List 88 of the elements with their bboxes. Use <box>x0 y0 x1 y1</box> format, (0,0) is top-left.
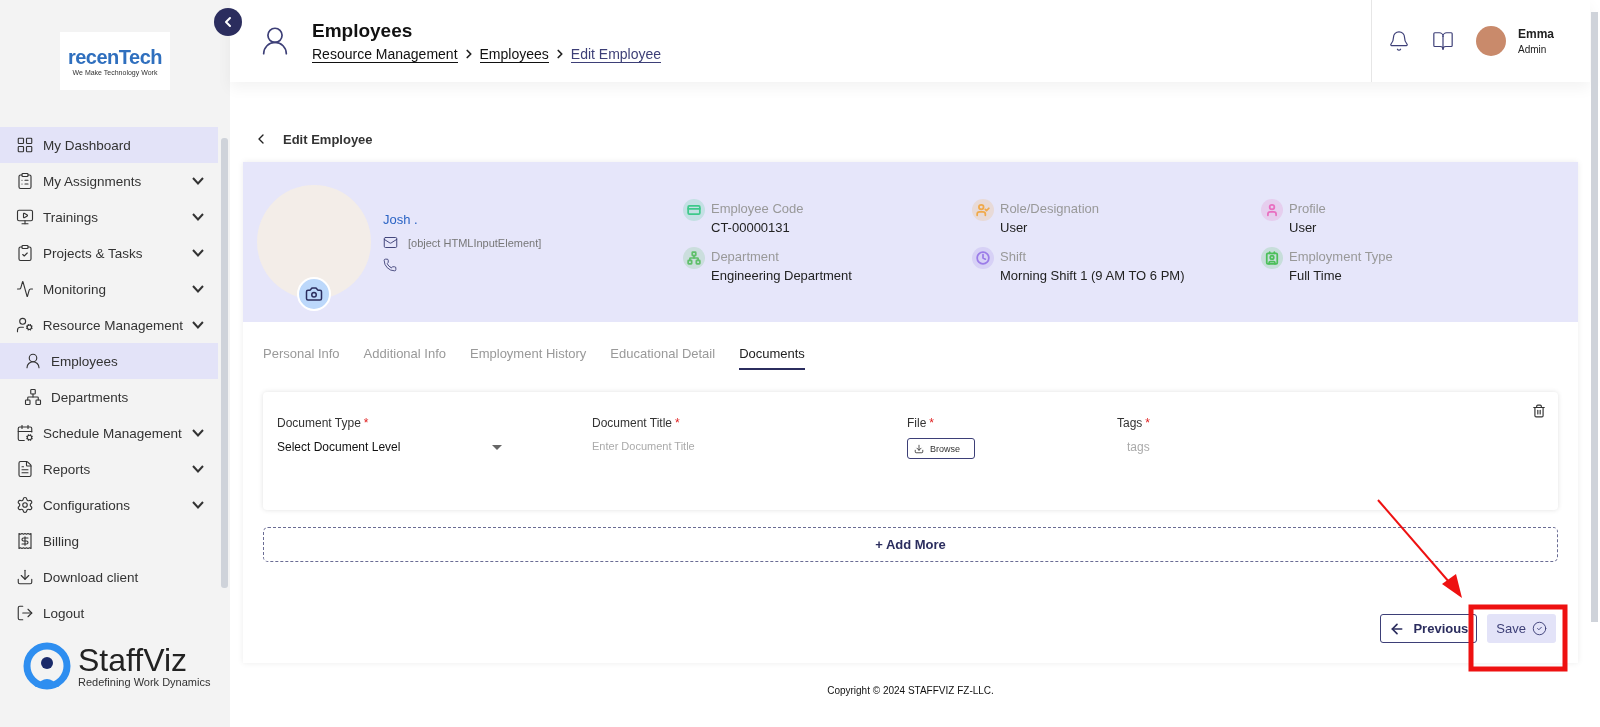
phone-icon <box>383 258 397 272</box>
mail-icon <box>383 235 398 250</box>
chevron-down-icon <box>192 177 204 185</box>
field-label: Document Type * <box>277 416 370 430</box>
field-label: Tags * <box>1117 416 1152 430</box>
menu-item-icon <box>16 172 34 190</box>
chevron-down-icon <box>192 501 204 509</box>
field-label: File * <box>907 416 935 430</box>
sidebar-item[interactable]: Reports <box>0 451 218 487</box>
sidebar-item[interactable]: Download client <box>0 559 218 595</box>
chevron-down-icon <box>192 465 204 473</box>
sidebar-item[interactable]: Schedule Management <box>0 415 218 451</box>
menu-item-icon <box>16 280 34 298</box>
chevron-down-icon <box>192 213 204 221</box>
employee-email: [object HTMLInputElement] <box>408 236 542 249</box>
submenu-item-icon <box>24 352 42 370</box>
sidebar-item[interactable]: My Dashboard <box>0 127 218 163</box>
breadcrumb-link[interactable]: Resource Management <box>312 45 458 63</box>
menu-item-icon <box>16 424 34 442</box>
field-value: Engineering Department <box>711 268 852 283</box>
field-label: Shift <box>1000 249 1027 264</box>
menu-item-icon <box>16 496 34 514</box>
delete-button[interactable] <box>1532 404 1546 418</box>
caret-icon <box>492 444 502 450</box>
field-value: User <box>1289 220 1318 235</box>
field-label: Department <box>711 249 780 264</box>
menu-item-icon <box>16 568 34 586</box>
section-title: Edit Employee <box>283 131 373 147</box>
browse-button[interactable]: Browse <box>907 438 975 459</box>
chevron-down-icon <box>192 429 204 437</box>
menu-item-icon <box>16 460 34 478</box>
sidebar-item[interactable]: Monitoring <box>0 271 218 307</box>
tab[interactable]: Documents <box>739 344 805 370</box>
sidebar-item[interactable]: Billing <box>0 523 218 559</box>
tags-input[interactable]: tags <box>1117 440 1217 454</box>
document-title-input[interactable]: Enter Document Title <box>592 440 792 452</box>
field-label: Role/Designation <box>1000 201 1099 216</box>
sidebar-subitem[interactable]: Departments <box>0 379 218 415</box>
save-button[interactable]: Save <box>1487 614 1556 643</box>
scrollbar[interactable] <box>221 138 228 588</box>
chevron-down-icon <box>192 321 204 329</box>
camera-icon <box>305 285 323 303</box>
book-icon[interactable] <box>1431 30 1454 52</box>
field-label: Employment Type <box>1289 249 1393 264</box>
sidebar-item[interactable]: Logout <box>0 595 218 631</box>
breadcrumb-link[interactable]: Employees <box>479 45 549 63</box>
change-photo-button[interactable] <box>297 277 331 311</box>
notifications-icon[interactable] <box>1387 30 1410 52</box>
field-label: Document Title * <box>592 416 681 430</box>
previous-button[interactable]: Previous <box>1380 614 1478 643</box>
user-role: Admin <box>1517 44 1548 55</box>
user-avatar[interactable] <box>1475 26 1506 56</box>
check-circle-icon <box>1532 621 1547 636</box>
page-title: Employees <box>312 19 414 42</box>
brand-name: StaffViz <box>78 644 189 676</box>
field-value: CT-00000131 <box>711 220 791 235</box>
chevron-down-icon <box>192 285 204 293</box>
menu-item-icon <box>16 208 34 226</box>
menu-item-icon <box>16 604 34 622</box>
field-label: Profile <box>1289 201 1326 216</box>
employee-name: Josh . <box>383 212 419 227</box>
copyright-text: Copyright © 2024 STAFFVIZ FZ-LLC. <box>826 684 995 696</box>
chevron-down-icon <box>192 249 204 257</box>
submenu-item-icon <box>24 388 42 406</box>
breadcrumb-link[interactable]: Edit Employee <box>570 45 662 63</box>
add-more-button[interactable]: + Add More <box>263 527 1558 562</box>
sidebar-item[interactable]: Configurations <box>0 487 218 523</box>
field-value: Morning Shift 1 (9 AM TO 6 PM) <box>1000 268 1185 283</box>
download-icon <box>914 443 924 454</box>
field-value: User <box>1000 220 1029 235</box>
collapse-sidebar-button[interactable] <box>214 8 242 36</box>
sidebar-item[interactable]: Projects & Tasks <box>0 235 218 271</box>
menu-item-icon <box>16 532 34 550</box>
field-value: Full Time <box>1289 268 1343 283</box>
scrollbar[interactable] <box>1591 12 1598 622</box>
sidebar-subitem[interactable]: Employees <box>0 343 218 379</box>
trash-icon <box>1532 404 1546 418</box>
brand-logo-icon <box>22 641 72 691</box>
sidebar-item[interactable]: Trainings <box>0 199 218 235</box>
user-name: Emma <box>1517 27 1554 41</box>
menu-item-icon <box>16 244 34 262</box>
menu-item-icon <box>16 136 34 154</box>
sidebar-item[interactable]: Resource Management <box>0 307 218 343</box>
brand-tagline: Redefining Work Dynamics <box>78 676 211 688</box>
document-type-select[interactable]: Select Document Level <box>277 440 502 454</box>
sidebar-item[interactable]: My Assignments <box>0 163 218 199</box>
menu-item-icon <box>16 316 34 334</box>
field-label: Employee Code <box>711 201 804 216</box>
